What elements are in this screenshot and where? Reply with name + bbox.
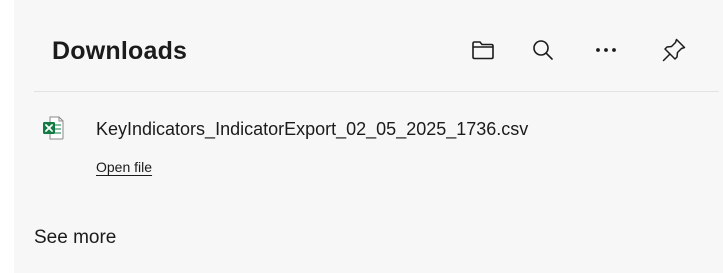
- search-downloads-button[interactable]: [526, 33, 560, 67]
- downloads-header: Downloads: [14, 0, 723, 92]
- downloads-panel: Downloads KeyIndicators_IndicatorExport_…: [14, 0, 723, 273]
- open-downloads-folder-button[interactable]: [466, 33, 500, 67]
- search-icon: [533, 40, 553, 60]
- header-divider: [34, 91, 719, 92]
- folder-icon: [472, 41, 494, 60]
- pin-button[interactable]: [657, 33, 691, 67]
- download-item[interactable]: KeyIndicators_IndicatorExport_02_05_2025…: [34, 104, 719, 186]
- panel-title: Downloads: [52, 37, 188, 65]
- more-horizontal-icon: [596, 48, 616, 52]
- see-more-link[interactable]: See more: [34, 227, 116, 249]
- open-file-link[interactable]: Open file: [96, 159, 152, 175]
- download-file-name[interactable]: KeyIndicators_IndicatorExport_02_05_2025…: [96, 119, 528, 140]
- more-options-button[interactable]: [589, 33, 623, 67]
- pin-icon: [662, 38, 686, 62]
- excel-file-icon: [43, 116, 64, 140]
